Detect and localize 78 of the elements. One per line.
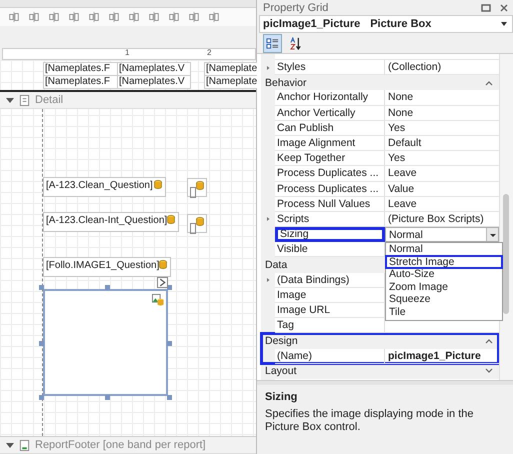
property-label[interactable]: Can Publish	[275, 120, 385, 136]
data-field[interactable]: [A-123.Clean-Int_Question]	[43, 212, 180, 232]
panel-title: Property Grid	[263, 2, 330, 14]
align-icon[interactable]	[8, 11, 20, 23]
band-icon	[19, 94, 30, 106]
dropdown-field[interactable]: Normal	[385, 227, 499, 242]
scrollbar-thumb[interactable]	[503, 194, 509, 314]
field-label[interactable]: [Nameplates.F	[43, 75, 118, 89]
field-label[interactable]: [Nameplates.V	[117, 75, 191, 89]
align-icon[interactable]	[188, 11, 200, 23]
caret-icon	[501, 22, 507, 26]
align-icon[interactable]	[108, 11, 120, 23]
dropdown-option[interactable]: Squeeze	[386, 293, 502, 306]
field-label[interactable]: [Nameplates.V	[117, 62, 191, 76]
database-icon	[196, 181, 204, 190]
resize-handle[interactable]	[167, 341, 172, 346]
align-icon[interactable]	[48, 11, 60, 23]
property-label[interactable]: Keep Together	[275, 151, 385, 166]
close-icon[interactable]	[499, 2, 509, 12]
dropdown-option[interactable]: Zoom Image	[386, 280, 502, 294]
dropdown-option[interactable]: Tile	[386, 306, 502, 318]
maximize-icon[interactable]	[481, 2, 491, 12]
expand-icon[interactable]	[265, 216, 271, 222]
data-field[interactable]: [A-123.Clean_Question]	[43, 177, 166, 197]
align-icon[interactable]	[28, 11, 40, 23]
property-label[interactable]: Tag	[275, 318, 385, 334]
field-label[interactable]: [Nameplate	[204, 75, 258, 89]
data-field[interactable]: [Follo.IMAGE1_Question]	[43, 257, 172, 277]
property-label[interactable]: Anchor Horizontally	[275, 90, 385, 106]
dropdown-option[interactable]: Normal	[386, 243, 502, 256]
band-label: ReportFooter [one band per report]	[35, 439, 206, 451]
property-label[interactable]: Image URL	[275, 303, 385, 318]
band-icon	[19, 440, 30, 450]
collapse-icon[interactable]	[6, 442, 14, 448]
property-label[interactable]: Process Null Values	[275, 196, 385, 212]
resize-handle[interactable]	[39, 285, 44, 290]
database-icon	[196, 217, 204, 226]
align-icon[interactable]	[128, 11, 140, 23]
categorized-icon[interactable]	[263, 34, 282, 52]
smart-tag-icon[interactable]	[157, 277, 168, 288]
expand-icon[interactable]	[265, 64, 271, 71]
ruler-label: 1	[125, 48, 130, 57]
align-icon[interactable]	[168, 11, 180, 23]
resize-handle[interactable]	[105, 395, 110, 400]
database-icon	[167, 215, 176, 224]
caret-icon[interactable]	[486, 228, 498, 242]
resize-handle[interactable]	[167, 395, 172, 400]
object-selector[interactable]: picImage1_Picture Picture Box	[259, 15, 513, 33]
property-label[interactable]: Sizing	[275, 227, 385, 242]
ruler-label: 2	[207, 48, 212, 57]
collapse-icon[interactable]	[6, 98, 14, 102]
checkbox-control[interactable]	[187, 178, 207, 197]
database-icon	[154, 180, 162, 189]
align-icon[interactable]	[148, 11, 160, 23]
property-label[interactable]: Image	[275, 288, 385, 303]
dropdown-option[interactable]: Stretch Image	[386, 256, 502, 268]
description-text: Specifies the image displaying mode in the Picture Box control.	[265, 408, 475, 434]
checkbox-control[interactable]	[187, 214, 207, 233]
resize-handle[interactable]	[39, 395, 44, 400]
band-label: Detail	[35, 94, 64, 106]
align-icon[interactable]	[68, 11, 80, 23]
expand-icon[interactable]	[265, 277, 271, 284]
field-label[interactable]: [Nameplates.F	[43, 62, 118, 76]
description-title: Sizing	[265, 391, 298, 403]
database-icon	[159, 260, 168, 269]
align-icon[interactable]	[88, 11, 100, 23]
property-label[interactable]: Process Duplicates ...	[275, 182, 385, 197]
property-label[interactable]: Scripts	[275, 212, 385, 228]
property-label[interactable]: (Name)	[275, 348, 385, 364]
property-label[interactable]: Process Duplicates ...	[275, 166, 385, 182]
property-label[interactable]: Image Alignment	[275, 136, 385, 152]
property-label[interactable]: (Data Bindings)	[275, 272, 385, 288]
align-icon[interactable]	[208, 11, 220, 23]
resize-handle[interactable]	[39, 341, 44, 346]
resize-handle[interactable]	[105, 285, 110, 290]
image-icon	[152, 294, 164, 306]
property-label[interactable]: Anchor Vertically	[275, 106, 385, 121]
field-label[interactable]: [Nameplate	[204, 62, 258, 76]
